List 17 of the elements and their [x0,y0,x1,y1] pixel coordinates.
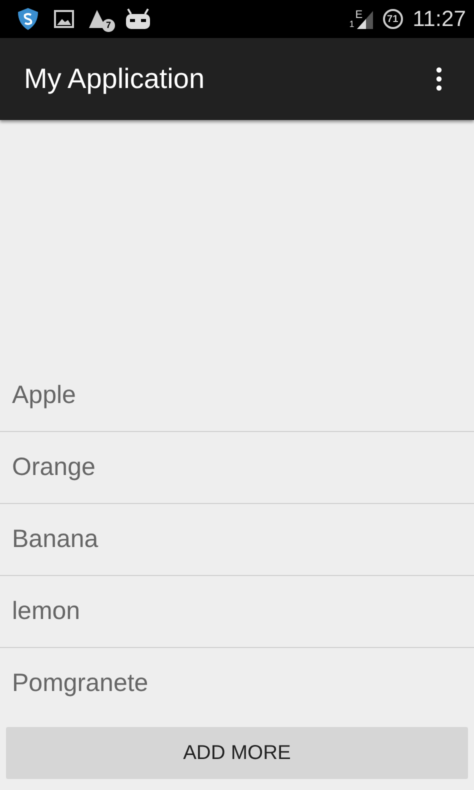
network-type: E [355,9,363,21]
app-title: My Application [24,63,205,95]
overflow-menu-icon[interactable] [436,67,442,91]
add-more-button[interactable]: ADD MORE [6,727,468,779]
image-icon [54,10,74,28]
clock: 11:27 [412,6,466,32]
signal-icon [356,9,373,29]
robot-icon [124,8,152,30]
list-item[interactable]: Apple [12,381,76,410]
notification-count: 7 [102,19,115,32]
list-item[interactable]: Orange [12,453,96,482]
list-item[interactable]: Banana [12,525,98,554]
list-item[interactable]: Pomgranete [12,669,148,698]
battery-percent: 71 [382,9,403,29]
sim-slot: 1 [349,19,354,29]
list-item[interactable]: lemon [12,597,80,626]
shield-icon [16,7,40,31]
